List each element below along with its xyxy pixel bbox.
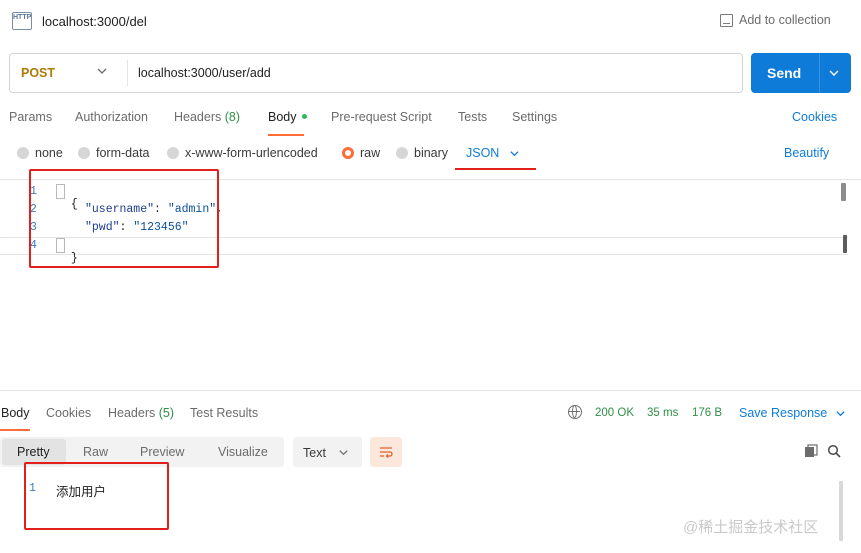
resp-active-tab-indicator (0, 429, 30, 431)
active-tab-indicator (268, 134, 304, 136)
wrap-lines-button[interactable] (370, 437, 402, 467)
editor-scroll-marker[interactable] (843, 235, 847, 253)
editor-scrollbar[interactable] (841, 183, 846, 201)
modified-dot-icon (301, 114, 307, 120)
url-bar (9, 53, 743, 93)
resp-tab-cookies[interactable]: Cookies (46, 406, 91, 420)
search-icon[interactable] (827, 444, 841, 458)
send-divider (819, 53, 820, 93)
cookies-link[interactable]: Cookies (792, 110, 837, 124)
collection-icon (720, 13, 733, 27)
tab-settings[interactable]: Settings (512, 110, 557, 124)
radio-binary[interactable]: binary (396, 146, 448, 160)
view-visualize-button[interactable]: Visualize (218, 445, 268, 459)
tab-headers[interactable]: Headers (8) (174, 110, 240, 124)
tab-body-label: Body (268, 110, 297, 124)
radio-none[interactable]: none (17, 146, 63, 160)
copy-icon[interactable] (804, 444, 818, 458)
url-divider (127, 60, 128, 86)
watermark: @稀土掘金技术社区 (683, 519, 819, 536)
radio-urlencoded-label: x-www-form-urlencoded (185, 146, 318, 160)
status-code[interactable]: 200 OK (595, 407, 634, 419)
radio-circle-selected (342, 147, 354, 159)
radio-urlencoded[interactable]: x-www-form-urlencoded (167, 146, 318, 160)
send-label: Send (767, 65, 802, 81)
globe-icon[interactable] (568, 405, 582, 419)
radio-form-data-label: form-data (96, 146, 150, 160)
resp-tab-body[interactable]: Body (1, 406, 30, 420)
radio-raw[interactable]: raw (342, 146, 380, 160)
radio-circle (396, 147, 408, 159)
chevron-down-icon[interactable] (96, 65, 108, 77)
radio-binary-label: binary (414, 146, 449, 160)
url-input[interactable]: localhost:3000/user/add (138, 66, 271, 80)
format-dropdown[interactable]: JSON (466, 146, 520, 160)
tab-tests[interactable]: Tests (458, 110, 487, 124)
add-to-collection-label: Add to collection (739, 13, 831, 27)
tab-params[interactable]: Params (9, 110, 52, 124)
annotation-box (29, 169, 219, 268)
annotation-box (24, 462, 169, 530)
chevron-down-icon[interactable] (338, 447, 349, 458)
radio-none-label: none (35, 146, 63, 160)
response-time[interactable]: 35 ms (647, 407, 678, 419)
radio-circle (78, 147, 90, 159)
save-response-label: Save Response (739, 406, 828, 420)
format-label: JSON (466, 146, 500, 160)
tab-authorization[interactable]: Authorization (75, 110, 148, 124)
resp-tab-test-results[interactable]: Test Results (190, 406, 258, 420)
resp-tab-headers-label: Headers (108, 406, 156, 420)
radio-raw-label: raw (360, 146, 381, 160)
chevron-down-icon[interactable] (828, 67, 840, 79)
wrap-lines-icon (380, 447, 393, 458)
view-pretty-button[interactable]: Pretty (17, 445, 50, 459)
tab-body[interactable]: Body (268, 110, 307, 124)
tab-pre-request-script[interactable]: Pre-request Script (331, 110, 432, 124)
send-button[interactable]: Send (751, 53, 851, 93)
radio-circle (167, 147, 179, 159)
chevron-down-icon (510, 150, 519, 156)
request-tab-title[interactable]: localhost:3000/del (42, 14, 147, 29)
tab-headers-count: (8) (224, 110, 241, 124)
annotation-underline (455, 168, 536, 170)
response-size[interactable]: 176 B (692, 407, 722, 419)
radio-form-data[interactable]: form-data (78, 146, 150, 160)
resp-tab-headers[interactable]: Headers (5) (108, 406, 174, 420)
method-selector[interactable]: POST (21, 66, 55, 80)
add-to-collection-button[interactable]: Add to collection (720, 13, 831, 27)
chevron-down-icon (836, 410, 845, 416)
resp-tab-headers-count: (5) (158, 406, 175, 420)
view-preview-button[interactable]: Preview (140, 445, 184, 459)
tab-headers-label: Headers (174, 110, 222, 124)
response-format-label: Text (303, 446, 326, 460)
response-scrollbar[interactable] (839, 481, 843, 541)
view-raw-button[interactable]: Raw (83, 445, 108, 459)
beautify-link[interactable]: Beautify (784, 146, 829, 160)
save-response-button[interactable]: Save Response (739, 406, 846, 420)
http-request-icon: HTTP (12, 12, 32, 30)
radio-circle (17, 147, 29, 159)
